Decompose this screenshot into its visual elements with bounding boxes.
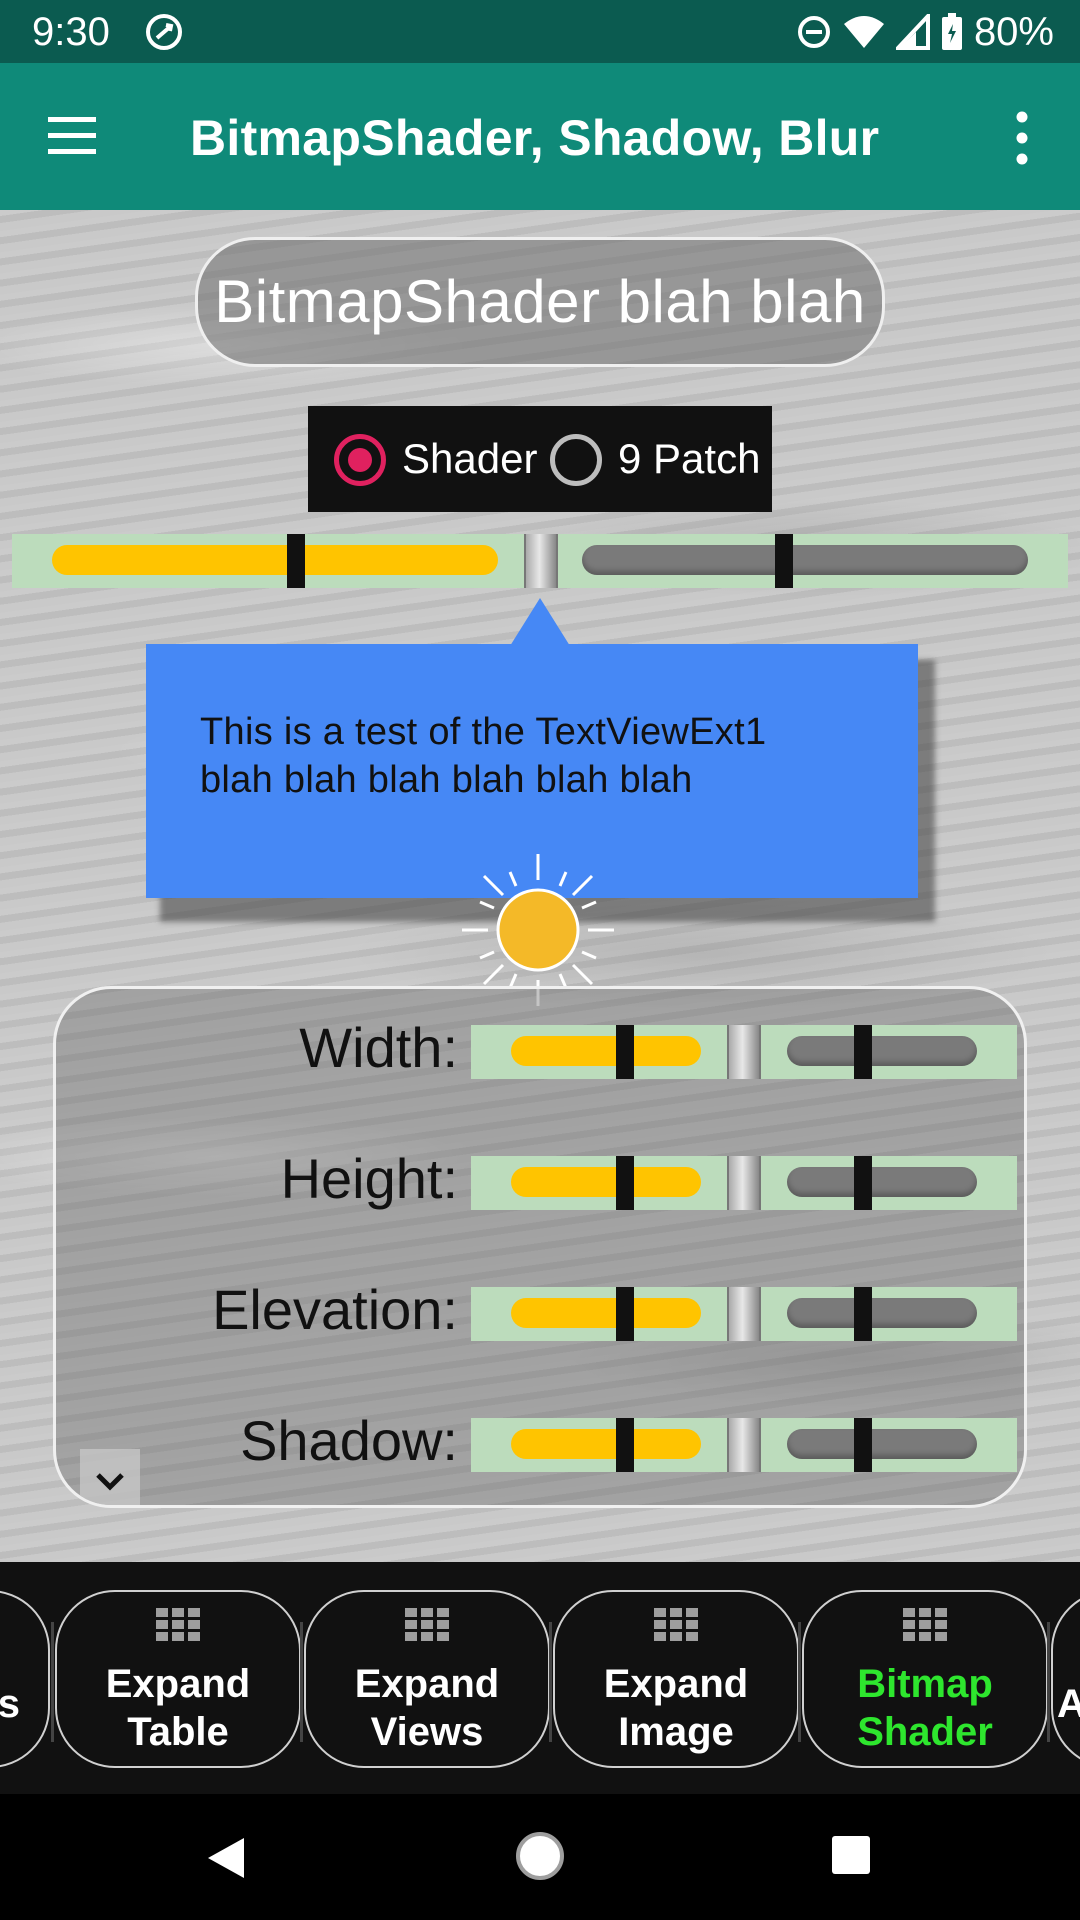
height-slider[interactable] <box>471 1156 1017 1210</box>
back-icon[interactable] <box>204 1834 248 1882</box>
callout-line-2: blah blah blah blah blah blah <box>200 759 693 801</box>
tab-label-line2: Shader <box>857 1710 993 1754</box>
tab-label-line1: Expand <box>603 1662 749 1706</box>
app-bar: BitmapShader, Shadow, Blur <box>0 63 1080 210</box>
tab-partial-right-label: A <box>1057 1682 1080 1726</box>
slider-tick <box>854 1418 872 1472</box>
shadow-label: Shadow: <box>240 1409 458 1472</box>
slider-track <box>787 1429 977 1459</box>
width-label: Width: <box>299 1016 458 1079</box>
callout-text: This is a test of the TextViewExt1 blah … <box>200 708 880 804</box>
slider-tick <box>616 1156 634 1210</box>
slider-thumb[interactable] <box>524 534 558 588</box>
battery-percent: 80% <box>973 10 1054 54</box>
width-slider[interactable] <box>471 1025 1017 1079</box>
elevation-slider[interactable] <box>471 1287 1017 1341</box>
slider-thumb[interactable] <box>727 1418 761 1472</box>
tab-label-line2: Image <box>618 1710 734 1754</box>
slider-fill <box>511 1298 701 1328</box>
slider-track <box>582 545 1028 575</box>
slider-thumb[interactable] <box>727 1287 761 1341</box>
tab-expand-views[interactable]: Expand Views <box>304 1590 550 1768</box>
radio-shader[interactable] <box>334 434 386 486</box>
recents-icon[interactable] <box>830 1834 872 1876</box>
shadow-slider[interactable] <box>471 1418 1017 1472</box>
slider-track <box>787 1298 977 1328</box>
battery-icon <box>941 13 962 50</box>
tab-separator <box>1047 1622 1050 1742</box>
height-label: Height: <box>280 1147 458 1210</box>
tab-expand-table[interactable]: Expand Table <box>55 1590 301 1768</box>
tab-bitmap-shader[interactable]: Bitmap Shader <box>802 1590 1048 1768</box>
title-pill[interactable]: BitmapShader blah blah <box>195 237 885 367</box>
mode-radio-group: Shader 9 Patch <box>308 406 772 512</box>
tab-separator <box>798 1622 801 1742</box>
status-icons: 80% <box>796 8 1054 56</box>
tab-label: Expand Views <box>306 1660 548 1756</box>
tab-expand-image[interactable]: Expand Image <box>553 1590 799 1768</box>
slider-thumb[interactable] <box>727 1025 761 1079</box>
wifi-icon <box>843 16 884 48</box>
radio-9-patch[interactable] <box>550 434 602 486</box>
controls-panel: Width: Height: Elevation: Shadow: <box>53 986 1027 1508</box>
grid-icon <box>654 1608 698 1641</box>
slider-tick <box>775 534 793 588</box>
grid-icon <box>156 1608 200 1641</box>
slider-tick <box>854 1156 872 1210</box>
tab-partial-left[interactable]: s <box>0 1590 50 1768</box>
chevron-down-icon <box>96 1473 124 1491</box>
slider-tick <box>616 1287 634 1341</box>
status-bar: 9:30 80% <box>0 0 1080 63</box>
slider-fill <box>52 545 498 575</box>
slider-tick <box>616 1025 634 1079</box>
tab-label-line2: Table <box>127 1710 229 1754</box>
clock: 9:30 <box>32 10 110 54</box>
bottom-tab-strip: s Expand Table Expand Views Expand Image… <box>0 1562 1080 1794</box>
sync-icon <box>146 14 182 50</box>
overflow-icon[interactable] <box>1000 107 1044 169</box>
grid-icon <box>903 1608 947 1641</box>
slider-track <box>787 1036 977 1066</box>
elevation-label: Elevation: <box>212 1278 458 1341</box>
tab-partial-right[interactable]: A <box>1051 1590 1080 1768</box>
radio-9-patch-label[interactable]: 9 Patch <box>618 432 760 486</box>
tab-separator <box>300 1622 303 1742</box>
tab-separator <box>51 1622 54 1742</box>
slider-tick <box>854 1287 872 1341</box>
slider-fill <box>511 1167 701 1197</box>
content-area: BitmapShader blah blah Shader 9 Patch Th… <box>0 210 1080 1562</box>
slider-tick <box>287 534 305 588</box>
menu-icon[interactable] <box>44 111 100 161</box>
slider-tick <box>616 1418 634 1472</box>
collapse-button[interactable] <box>80 1449 140 1505</box>
callout-line-1: This is a test of the TextViewExt1 <box>200 711 767 753</box>
system-nav-bar <box>0 1794 1080 1920</box>
tab-label-line1: Expand <box>105 1662 251 1706</box>
home-icon[interactable] <box>514 1830 566 1882</box>
tab-partial-left-label: s <box>0 1682 20 1726</box>
signal-icon <box>895 14 930 50</box>
tab-label-line2: Views <box>370 1710 484 1754</box>
tab-label-line1: Expand <box>354 1662 500 1706</box>
slider-fill <box>511 1429 701 1459</box>
tab-label: Bitmap Shader <box>804 1660 1046 1756</box>
callout-pointer <box>510 598 570 646</box>
slider-track <box>787 1167 977 1197</box>
tab-label: Expand Table <box>57 1660 299 1756</box>
dnd-icon <box>797 16 830 48</box>
slider-thumb[interactable] <box>727 1156 761 1210</box>
tab-label-line1: Bitmap <box>857 1662 993 1706</box>
page-title: BitmapShader, Shadow, Blur <box>190 110 880 166</box>
radio-shader-label[interactable]: Shader <box>402 432 537 486</box>
main-slider[interactable] <box>12 534 1068 588</box>
slider-fill <box>511 1036 701 1066</box>
grid-icon <box>405 1608 449 1641</box>
tab-separator <box>549 1622 552 1742</box>
slider-tick <box>854 1025 872 1079</box>
tab-label: Expand Image <box>555 1660 797 1756</box>
